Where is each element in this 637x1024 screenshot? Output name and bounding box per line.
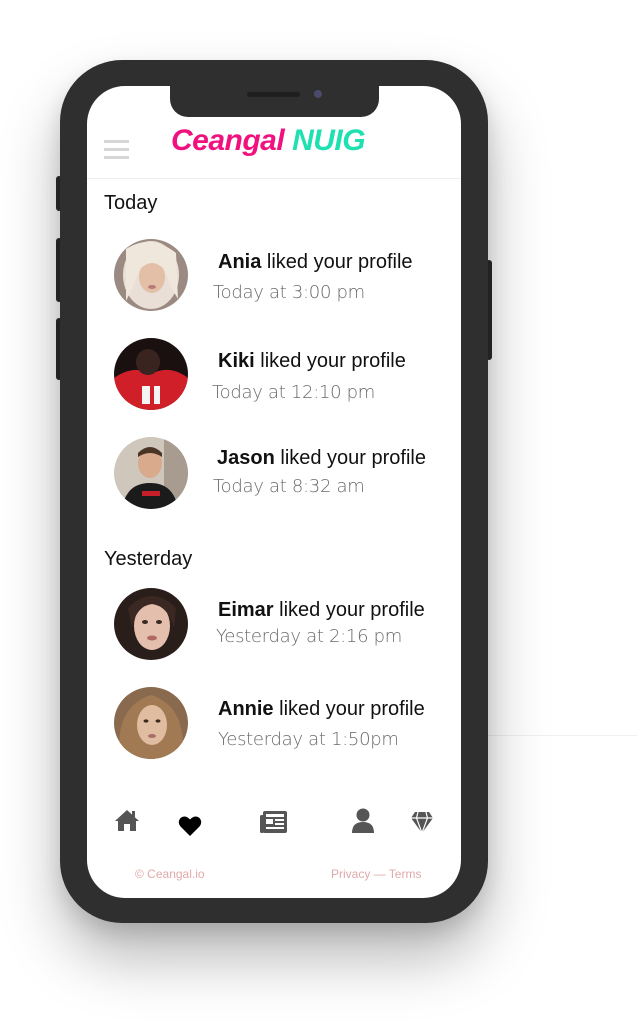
notification-text: Jason liked your profile bbox=[217, 447, 426, 470]
notification-text: Ania liked your profile bbox=[218, 251, 413, 274]
notification-time: Today at 8:32 am bbox=[213, 476, 365, 497]
notification-text: Eimar liked your profile bbox=[218, 599, 425, 622]
section-yesterday: Yesterday bbox=[104, 548, 193, 570]
notification-time: Today at 12:10 pm bbox=[212, 382, 376, 403]
notification-action: liked your profile bbox=[273, 698, 425, 720]
notification-text: Kiki liked your profile bbox=[218, 350, 406, 373]
speaker-grille bbox=[247, 92, 300, 97]
profile-icon[interactable] bbox=[351, 808, 375, 838]
header-divider bbox=[87, 178, 461, 179]
hamburger-menu-icon[interactable] bbox=[104, 140, 129, 160]
notification-item[interactable]: Jason liked your profile Today at 8:32 a… bbox=[87, 437, 461, 509]
notification-item[interactable]: Eimar liked your profile Yesterday at 2:… bbox=[87, 588, 461, 660]
notification-time: Yesterday at 2:16 pm bbox=[216, 626, 403, 647]
notification-item[interactable]: Annie liked your profile Yesterday at 1:… bbox=[87, 687, 461, 759]
notification-time: Today at 3:00 pm bbox=[213, 282, 365, 303]
notification-action: liked your profile bbox=[274, 447, 426, 469]
background-divider bbox=[487, 735, 637, 736]
heart-icon[interactable] bbox=[178, 815, 202, 842]
front-camera bbox=[314, 90, 322, 98]
notification-user-name: Kiki bbox=[218, 350, 255, 372]
phone-screen: Ceangal NUIG Today Ania liked your profi… bbox=[87, 86, 461, 898]
avatar[interactable] bbox=[114, 687, 188, 759]
logo-ceangal: Ceangal bbox=[171, 124, 285, 157]
section-today: Today bbox=[104, 192, 158, 214]
notch bbox=[170, 86, 379, 117]
notification-user-name: Annie bbox=[218, 698, 274, 720]
notification-item[interactable]: Kiki liked your profile Today at 12:10 p… bbox=[87, 338, 461, 410]
notification-user-name: Ania bbox=[218, 251, 262, 273]
notification-action: liked your profile bbox=[261, 251, 413, 273]
notification-user-name: Jason bbox=[217, 447, 275, 469]
notification-user-name: Eimar bbox=[218, 599, 274, 621]
app-logo: Ceangal NUIG bbox=[171, 124, 366, 158]
notification-action: liked your profile bbox=[273, 599, 425, 621]
diamond-icon[interactable] bbox=[410, 810, 434, 839]
avatar[interactable] bbox=[114, 588, 188, 660]
notification-item[interactable]: Ania liked your profile Today at 3:00 pm bbox=[87, 239, 461, 311]
notification-action: liked your profile bbox=[254, 350, 406, 372]
copyright-text: © Ceangal.io bbox=[135, 867, 205, 881]
privacy-terms-link[interactable]: Privacy — Terms bbox=[331, 867, 421, 881]
logo-nuig: NUIG bbox=[292, 124, 366, 157]
notification-time: Yesterday at 1:50pm bbox=[218, 729, 399, 750]
news-icon[interactable] bbox=[260, 810, 288, 839]
avatar[interactable] bbox=[114, 437, 188, 509]
avatar[interactable] bbox=[114, 239, 188, 311]
avatar[interactable] bbox=[114, 338, 188, 410]
home-icon[interactable] bbox=[113, 808, 141, 837]
notification-text: Annie liked your profile bbox=[218, 698, 425, 721]
